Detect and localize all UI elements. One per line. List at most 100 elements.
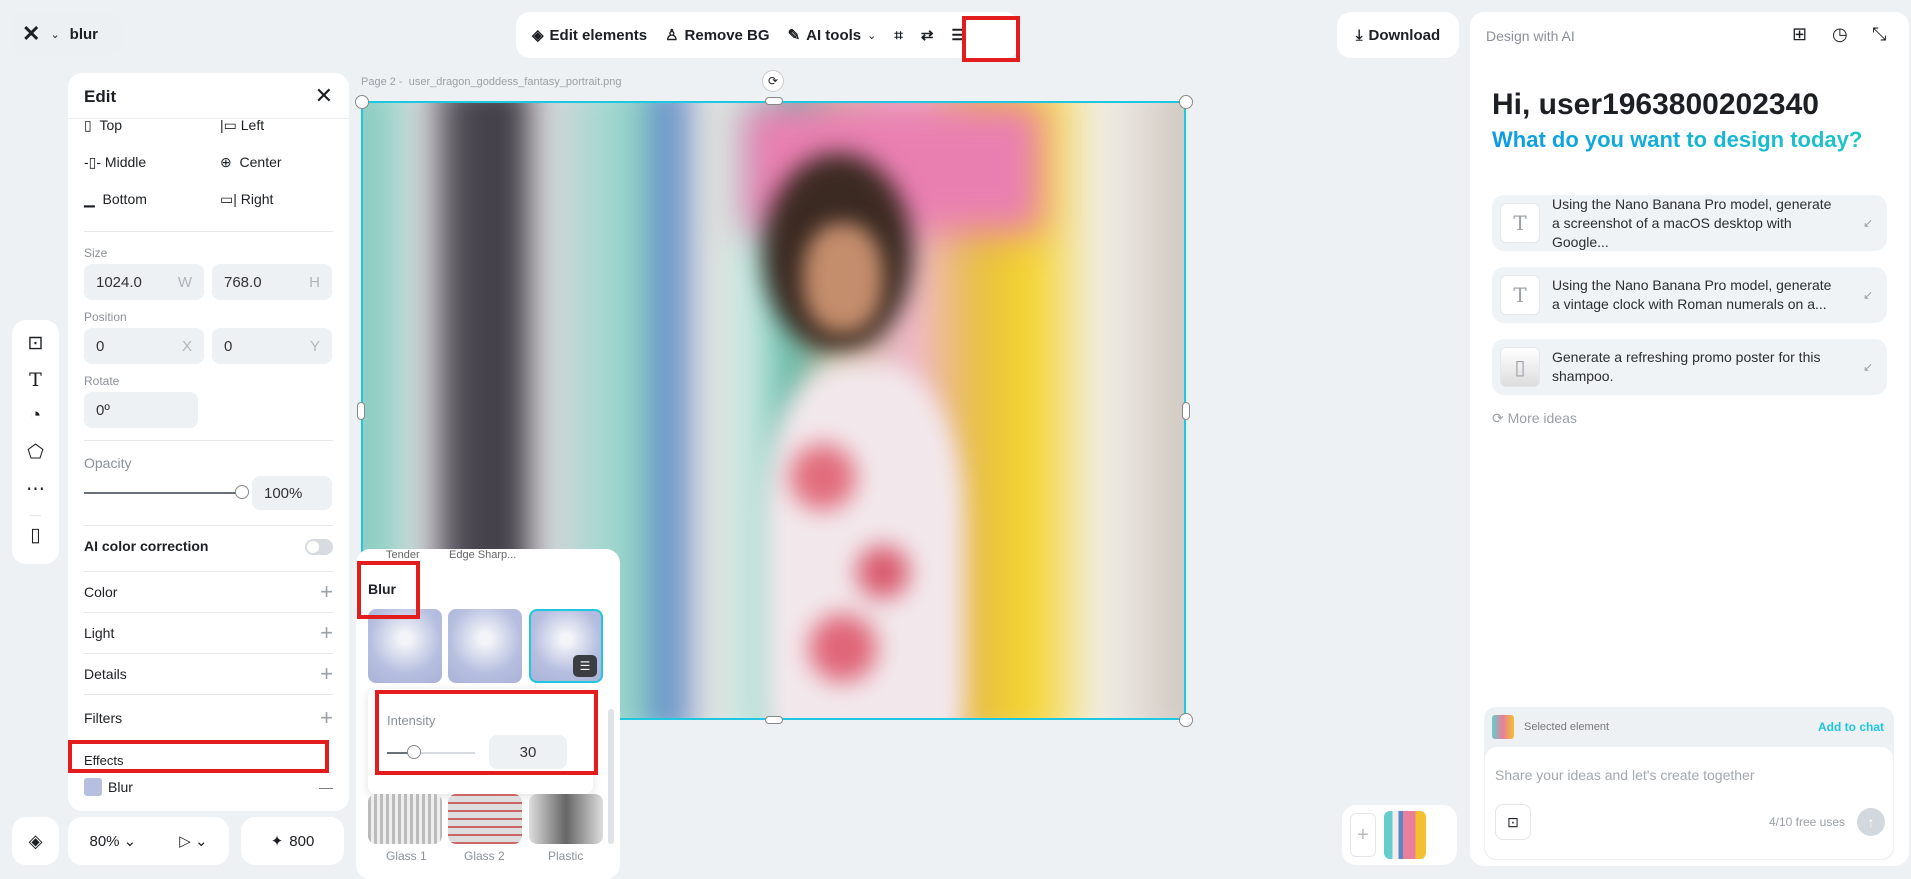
edit-elements-button[interactable]: ◈ Edit elements [532,26,647,45]
greeting-subtitle: What do you want to design today? [1492,127,1863,152]
chat-input[interactable]: Share your ideas and let's create togeth… [1485,747,1893,859]
zoom-level[interactable]: 80% ⌄ [89,832,136,850]
shapes-icon[interactable]: ⬠ [27,441,44,464]
page-thumbnail[interactable] [1384,811,1426,859]
effects-section-label[interactable]: Effects [84,753,124,768]
sparkle-icon: ✦ [270,833,284,850]
insert-arrow-icon: ↙ [1862,359,1873,374]
sticker-icon[interactable]: ◔ [30,405,41,427]
plastic-effect[interactable] [529,794,603,844]
ai-color-correction-toggle[interactable] [305,539,333,555]
chevron-down-icon: ⌄ [50,28,60,41]
chevron-down-icon: ⌄ [867,29,877,42]
adjust-effect-icon[interactable]: ☰ [573,655,597,677]
suggestion-card[interactable]: T Using the Nano Banana Pro model, genera… [1492,267,1887,323]
download-button[interactable]: ⤓ Download [1337,12,1459,58]
insert-arrow-icon: ↙ [1862,215,1873,230]
suggestion-card[interactable]: ▯ Generate a refreshing promo poster for … [1492,339,1887,395]
top-toolbar: ◈ Edit elements ♙ Remove BG ✎ AI tools ⌄ ⌗ ⇄… [516,12,1019,58]
color-section[interactable]: Color + [84,571,333,612]
effect-item-blur[interactable]: Blur — [84,778,333,796]
effect-edge-sharp-label[interactable]: Edge Sharp... [449,549,516,561]
crop-icon: ⌗ [894,26,903,44]
blur-effect-3-selected[interactable]: ☰ [529,609,603,683]
glass-1-effect[interactable] [368,794,442,844]
add-image-icon[interactable]: ⊡ [28,332,44,355]
credits-button[interactable]: ✦ 800 [241,817,344,865]
resize-handle[interactable] [765,716,783,724]
upload-image-button[interactable]: ⊡ [1495,804,1531,840]
text-icon[interactable]: T [29,369,42,391]
more-ideas-button[interactable]: ⟳ More ideas [1492,410,1577,427]
align-left-button[interactable]: |▭ Left [220,117,264,134]
adjust-button[interactable]: ☰ [951,26,964,44]
replace-button[interactable]: ⇄ [921,26,934,44]
send-button[interactable]: ↑ [1857,808,1885,836]
intensity-slider[interactable] [387,745,475,759]
remove-bg-button[interactable]: ♙ Remove BG [665,26,769,45]
y-input[interactable]: 0Y [212,328,332,364]
x-input[interactable]: 0X [84,328,204,364]
zoom-control[interactable]: 80% ⌄ ▷ ⌄ [68,817,229,865]
align-middle-button[interactable]: -▯- Middle [84,154,146,171]
resize-handle[interactable] [1179,95,1193,109]
project-menu[interactable]: ✕ ⌄ blur [12,12,122,56]
align-right-button[interactable]: ▭| Right [220,191,273,208]
resize-handle[interactable] [1179,713,1193,727]
collapse-icon[interactable]: ⤡ [1872,24,1886,45]
panel-toggle-icon[interactable]: ▯ [30,515,41,547]
glass-2-effect[interactable] [448,794,522,844]
resize-handle[interactable] [765,97,783,105]
width-input[interactable]: 1024.0 W [84,264,204,300]
effects-popover: Tender Edge Sharp... Blur ☰ Intensity 30… [356,549,620,879]
opacity-input[interactable]: 100% [252,476,332,510]
align-top-button[interactable]: ▯ Top [84,117,122,134]
person-icon: ♙ [665,27,679,44]
light-section[interactable]: Light + [84,612,333,653]
tool-rail: ⊡ T ◔ ⬠ ⋯ ▯ [12,320,59,564]
page-strip: + [1342,805,1457,865]
resize-handle[interactable] [357,402,365,420]
align-bottom-button[interactable]: ▁ Bottom [84,191,147,208]
add-page-button[interactable]: + [1350,813,1376,857]
plastic-label: Plastic [548,849,584,863]
resize-handle[interactable] [1182,402,1190,420]
edit-panel-title: Edit [84,87,117,106]
remove-effect-icon[interactable]: — [319,779,333,795]
blur-section-title: Blur [368,581,396,597]
ai-tools-button[interactable]: ✎ AI tools ⌄ [787,26,877,45]
edit-panel: Edit ✕ ▯ Top |▭ Left -▯- Middle ⊕ Center… [68,73,349,811]
opacity-slider[interactable] [84,485,249,499]
crop-button[interactable]: ⌗ [894,27,902,44]
position-label: Position [84,310,127,324]
add-to-chat-button[interactable]: Add to chat [1818,720,1884,734]
history-icon[interactable]: ◷ [1832,24,1848,45]
opacity-label: Opacity [84,455,132,471]
effect-tender-label[interactable]: Tender [386,549,420,561]
plus-icon: + [320,579,333,604]
resize-handle[interactable] [355,95,369,109]
rotate-handle[interactable]: ⟳ [762,70,784,92]
blur-effect-1[interactable] [368,609,442,683]
size-label: Size [84,246,108,260]
layers-button[interactable]: ◈ [12,817,59,865]
new-chat-icon[interactable]: ⊞ [1792,24,1807,45]
suggestion-card[interactable]: T Using the Nano Banana Pro model, genera… [1492,195,1887,251]
details-section[interactable]: Details + [84,653,333,694]
intensity-panel: Intensity 30 [368,689,593,794]
align-center-button[interactable]: ⊕ Center [220,154,282,171]
height-input[interactable]: 768.0 H [212,264,332,300]
close-icon[interactable]: ✕ [315,83,333,109]
blur-effect-2[interactable] [448,609,522,683]
swap-icon: ⇄ [920,27,934,44]
pointer-tool-icon[interactable]: ▷ ⌄ [179,832,207,850]
magic-wand-icon: ✎ [787,27,801,44]
blur-thumbnail-icon [84,778,102,796]
popover-scrollbar[interactable] [608,709,614,844]
more-icon[interactable]: ⋯ [26,478,45,501]
rotate-input[interactable]: 0º [84,392,198,428]
filters-section[interactable]: Filters + [84,694,333,740]
text-icon: T [1500,275,1540,315]
sliders-icon: ☰ [951,27,965,44]
intensity-input[interactable]: 30 [489,735,567,769]
